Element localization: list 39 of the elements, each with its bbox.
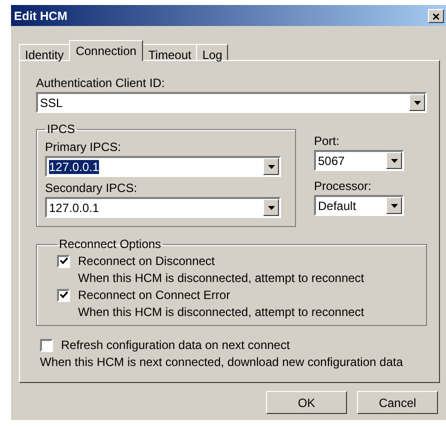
tab[interactable]: Identity — [19, 44, 70, 60]
field-label: Secondary IPCS: — [45, 181, 138, 195]
caret-icon — [390, 204, 398, 208]
group-title: Reconnect Options — [58, 237, 162, 251]
dropdown-button[interactable] — [263, 199, 279, 216]
dropdown-button[interactable] — [409, 94, 425, 111]
window-title: Edit HCM — [14, 8, 68, 22]
combo-box[interactable]: 127.0.0.1 — [45, 156, 281, 177]
option-description: When this HCM is disconnected, attempt to reconnect — [77, 271, 366, 285]
dropdown-button[interactable] — [386, 152, 402, 169]
close-button[interactable]: × — [428, 8, 444, 22]
option-description: When this HCM is disconnected, attempt to reconnect — [77, 305, 366, 319]
dialog-button[interactable]: Cancel — [357, 391, 438, 414]
combo-box[interactable]: SSL — [36, 92, 427, 113]
caret-icon — [268, 164, 274, 168]
caret-icon — [414, 100, 420, 104]
combo-box[interactable]: Default — [314, 195, 404, 216]
checkbox[interactable] — [40, 338, 53, 352]
checkbox[interactable] — [57, 288, 70, 302]
field-label: Processor: — [314, 179, 372, 193]
tab[interactable]: Log — [196, 44, 228, 60]
caret-icon — [390, 158, 398, 162]
field-label: Port: — [314, 134, 340, 148]
tab[interactable]: Timeout — [142, 44, 198, 60]
group-title: IPCS — [46, 122, 76, 136]
option-description: When this HCM is next connected, download new configuration data — [40, 355, 404, 369]
dropdown-button[interactable] — [386, 197, 402, 214]
checkbox[interactable] — [57, 254, 70, 268]
tab[interactable]: Connection — [68, 40, 144, 61]
checkbox-label: Refresh configuration data on next connect — [61, 338, 290, 352]
dropdown-button[interactable] — [263, 158, 279, 175]
checkbox-label: Reconnect on Connect Error — [78, 288, 230, 302]
combo-box[interactable]: 5067 — [314, 150, 404, 171]
field-label: Primary IPCS: — [45, 140, 122, 154]
caret-icon — [268, 206, 274, 210]
combo-box[interactable]: 127.0.0.1 — [45, 197, 281, 218]
dialog-button[interactable]: OK — [266, 391, 347, 414]
checkbox-label: Reconnect on Disconnect — [78, 254, 215, 268]
field-label: Authentication Client ID: — [36, 76, 166, 90]
